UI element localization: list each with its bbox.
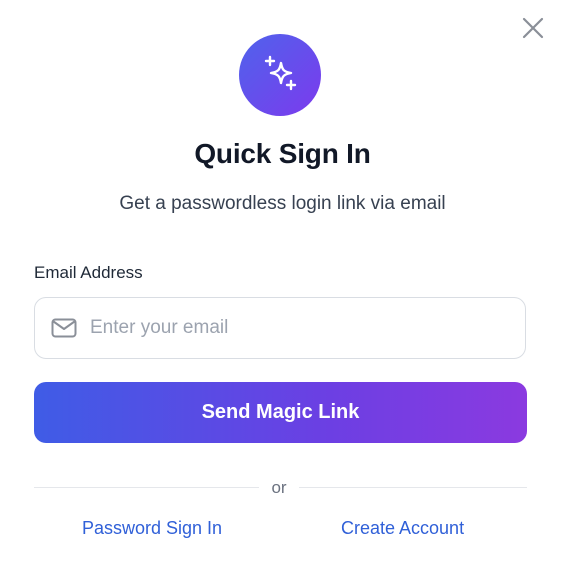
divider-line-right xyxy=(299,487,527,488)
divider-line-left xyxy=(34,487,259,488)
mail-icon xyxy=(51,318,77,338)
create-account-link[interactable]: Create Account xyxy=(341,518,464,539)
password-sign-in-link[interactable]: Password Sign In xyxy=(82,518,222,539)
sparkles-icon xyxy=(264,55,297,91)
email-field[interactable] xyxy=(34,297,526,359)
dialog-title: Quick Sign In xyxy=(194,138,371,169)
quick-sign-in-dialog: Quick Sign In Get a passwordless login l… xyxy=(0,0,565,573)
close-button[interactable] xyxy=(517,12,549,44)
dialog-subtitle: Get a passwordless login link via email xyxy=(119,193,446,214)
email-input[interactable] xyxy=(90,308,500,348)
send-magic-link-button[interactable]: Send Magic Link xyxy=(34,382,527,443)
email-label: Email Address xyxy=(34,263,143,282)
close-icon xyxy=(522,17,544,39)
divider-or: or xyxy=(271,478,287,497)
logo-badge xyxy=(239,34,321,116)
